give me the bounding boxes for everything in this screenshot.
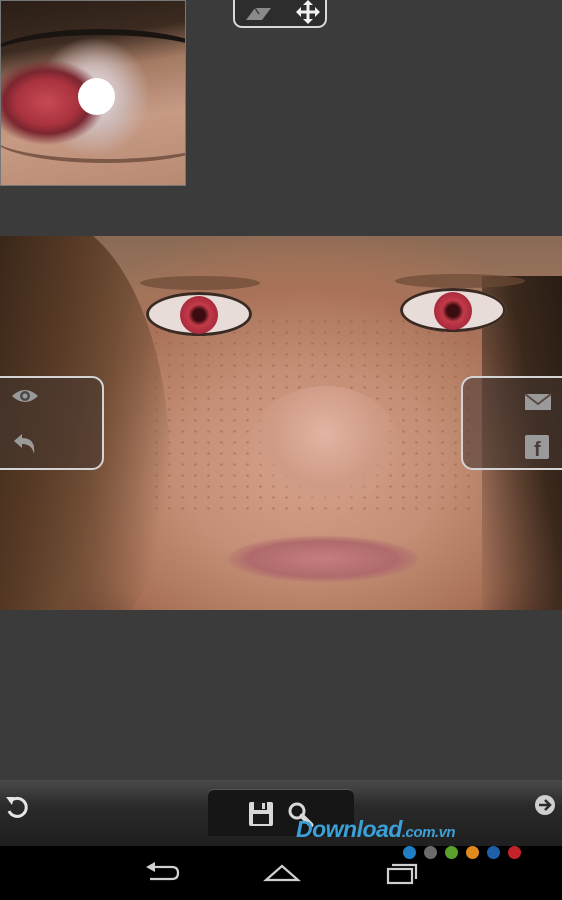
floppy-disk-icon[interactable] — [246, 800, 276, 828]
nose — [250, 386, 400, 506]
recent-apps-icon[interactable] — [382, 860, 422, 886]
undo-icon[interactable] — [10, 432, 40, 456]
watermark-logo: Download.com.vn — [296, 816, 456, 843]
right-red-iris — [434, 292, 472, 330]
mouth — [228, 536, 418, 582]
lower-lash-shape — [1, 109, 185, 163]
watermark-dot — [487, 846, 500, 859]
watermark-dot — [508, 846, 521, 859]
magnifier-preview — [0, 0, 186, 186]
watermark-text: Download — [296, 816, 402, 842]
eye-icon[interactable] — [10, 384, 40, 408]
arrow-right-circle-icon[interactable] — [534, 794, 556, 816]
envelope-icon[interactable] — [523, 390, 553, 414]
left-eyebrow — [140, 276, 260, 290]
right-eyebrow — [395, 274, 525, 288]
left-eye — [146, 292, 252, 336]
right-eye — [400, 288, 506, 332]
watermark-dot — [403, 846, 416, 859]
watermark-dot — [424, 846, 437, 859]
watermark-dot — [466, 846, 479, 859]
rotate-icon[interactable] — [4, 794, 30, 820]
watermark-dot — [445, 846, 458, 859]
move-arrows-icon[interactable] — [293, 0, 323, 24]
back-icon[interactable] — [142, 860, 182, 886]
left-red-iris — [180, 296, 218, 334]
watermark-suffix: .com.vn — [401, 824, 456, 841]
bottom-toolbar — [0, 780, 562, 846]
right-share-panel: f — [461, 376, 562, 470]
left-tool-panel — [0, 376, 104, 470]
facebook-letter: f — [534, 439, 541, 460]
eraser-icon[interactable] — [243, 0, 273, 24]
watermark-dots — [403, 846, 529, 860]
facebook-icon[interactable]: f — [524, 434, 550, 461]
home-icon[interactable] — [262, 860, 302, 886]
brush-cursor[interactable] — [78, 78, 115, 115]
top-toolbar — [233, 0, 327, 28]
